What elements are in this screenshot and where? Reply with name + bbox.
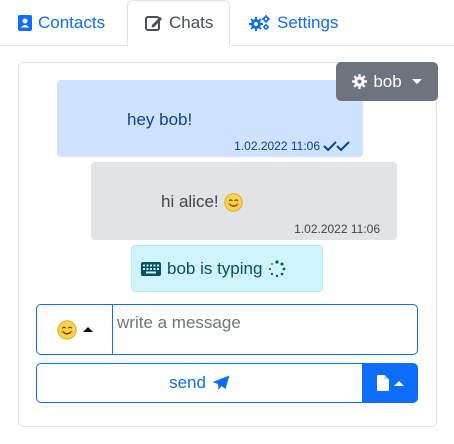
message-text: hi alice! [161, 192, 219, 211]
keyboard-icon [141, 261, 161, 276]
gear-icon [352, 74, 368, 89]
tab-chats-label: Chats [169, 13, 214, 32]
caret-down-icon [411, 79, 422, 84]
file-icon [376, 375, 389, 391]
typing-indicator: bob is typing [131, 245, 323, 292]
message-meta: 1.02.2022 11:06 [294, 222, 380, 236]
user-dropdown-button[interactable]: bob [336, 62, 438, 101]
composer [36, 304, 418, 355]
cogs-icon [249, 15, 270, 31]
message-sent: hey bob! 1.02.2022 11:06 [57, 80, 363, 157]
message-timestamp: 1.02.2022 11:06 [294, 222, 380, 236]
message-text-row: hi alice! [161, 192, 243, 212]
tab-chats[interactable]: Chats [127, 0, 230, 46]
message-input[interactable] [112, 304, 418, 355]
nav-tabs: Contacts Chats Settings [0, 0, 454, 46]
caret-up-icon [82, 327, 93, 332]
smiling-face-icon [224, 192, 243, 212]
tab-contacts[interactable]: Contacts [18, 0, 105, 46]
tab-contacts-label: Contacts [38, 13, 106, 32]
message-received: hi alice! 1.02.2022 11:06 [91, 162, 397, 240]
caret-up-icon [393, 380, 404, 386]
smiling-face-icon [56, 319, 77, 340]
typing-text: bob is typing [167, 258, 263, 278]
send-button[interactable]: send [36, 363, 363, 403]
message-text: hey bob! [127, 110, 193, 129]
double-check-icon [323, 141, 350, 152]
emoji-picker-button[interactable] [36, 304, 113, 355]
edit-icon [145, 16, 162, 31]
message-meta: 1.02.2022 11:06 [234, 139, 351, 153]
paper-plane-icon [212, 375, 230, 390]
address-book-icon [18, 15, 32, 31]
tab-settings[interactable]: Settings [249, 0, 338, 46]
user-dropdown-label: bob [373, 71, 402, 91]
tab-settings-label: Settings [277, 13, 339, 32]
message-timestamp: 1.02.2022 11:06 [234, 139, 320, 153]
attach-file-button[interactable] [362, 363, 418, 403]
send-label: send [169, 373, 206, 392]
spinner-icon [269, 259, 286, 277]
